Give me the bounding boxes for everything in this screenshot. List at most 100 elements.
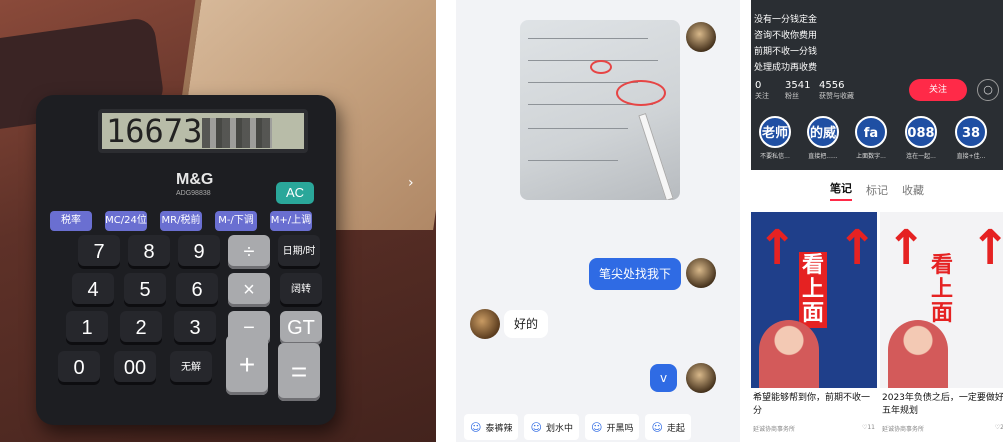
chip-label: 划水中: [545, 423, 573, 434]
note-meta: 延诚协商事务所 ♡11: [751, 420, 877, 437]
quick-reply-chip[interactable]: ☺ 开黑吗: [584, 414, 640, 440]
bio-line: 前期不收一分钱: [754, 47, 818, 57]
collection-item[interactable]: 38 直接+佳...: [949, 116, 993, 160]
quick-reply-bar: ☺ 泰裤辣 ☺ 划水中 ☺ 开黑吗 ☺ 走起: [456, 414, 740, 442]
key-3: 3: [174, 311, 216, 345]
stat-value: 3541: [785, 80, 811, 91]
person-illustration: [759, 320, 819, 388]
chip-label: 泰裤辣: [485, 423, 513, 434]
message-bubble-sent: v: [650, 364, 678, 392]
note-author: 延诚协商事务所: [882, 426, 925, 433]
blurred-digits: [202, 118, 273, 148]
collection-label: 不要私信...: [760, 153, 790, 160]
mem-key: MR/税前: [160, 211, 202, 231]
bio-line: 没有一分钱定金: [754, 15, 818, 25]
collection-badge: 088: [905, 116, 937, 148]
message-icon[interactable]: ○: [977, 79, 999, 101]
profile-tabs: 笔记 标记 收藏: [751, 170, 1003, 210]
key-multiply: ×: [228, 273, 270, 307]
stat-followers[interactable]: 3541 粉丝: [785, 80, 810, 101]
person-illustration: [888, 320, 948, 388]
collection-label: 直接把......: [808, 153, 838, 160]
key-7: 7: [78, 235, 120, 269]
note-title: 2023年负债之后，一定要做好五年规划: [882, 393, 1003, 416]
my-avatar[interactable]: [686, 22, 716, 52]
profile-header: 没有一分钱定金 咨询不收你费用 前期不收一分钱 处理成功再收费 0 关注 354…: [751, 0, 1003, 170]
bio-line: 处理成功再收费: [754, 63, 818, 73]
collection-item[interactable]: 老师 不要私信...: [753, 116, 797, 160]
stat-likes[interactable]: 4556 获赞与收藏: [819, 80, 854, 101]
mem-key: M-/下调: [215, 211, 257, 231]
key-decimal: 无解: [170, 351, 212, 385]
up-arrow-icon: ↑: [757, 220, 798, 276]
collection-label: 直接+佳...: [956, 153, 986, 160]
up-arrow-icon: ↑: [886, 220, 927, 276]
up-arrow-icon: ↑: [970, 220, 1003, 276]
note-card[interactable]: ↑ ↑ 看上面 2023年负债之后，一定要做好五年规划 延诚协商事务所 ♡2: [880, 212, 1003, 442]
key-8: 8: [128, 235, 170, 269]
my-avatar[interactable]: [686, 363, 716, 393]
note-card[interactable]: ↑ ↑ 看上面 希望能够帮到你，前期不收一分 延诚协商事务所 ♡11: [751, 212, 877, 442]
calculator-display: 16673: [98, 109, 308, 153]
follow-button[interactable]: 关注: [909, 79, 967, 101]
chat-image-message[interactable]: [520, 20, 680, 200]
chip-label: 走起: [666, 423, 685, 434]
tab-notes[interactable]: 笔记: [830, 180, 852, 201]
my-avatar[interactable]: [686, 258, 716, 288]
note-likes: ♡2: [995, 424, 1003, 433]
chip-label: 开黑吗: [606, 423, 634, 434]
note-title: 希望能够帮到你，前期不收一分: [753, 393, 871, 416]
calculator-photo: 16673 M&G ADG98838 AC 税率 MC/24位 MR/税前 M-…: [0, 0, 436, 442]
key-plus: +: [226, 335, 268, 395]
likes-count: 11: [867, 424, 875, 431]
sticker-icon: ☺: [590, 420, 603, 434]
brand-logo: M&G: [176, 171, 214, 188]
key-5: 5: [124, 273, 166, 307]
collection-item[interactable]: fa 上面数字...: [849, 116, 893, 160]
key-gt: GT: [280, 311, 322, 345]
collection-label: 连在一起...: [906, 153, 936, 160]
stat-label: 获赞与收藏: [819, 92, 854, 100]
collection-badge: 的威: [807, 116, 839, 148]
key-0: 0: [58, 351, 100, 385]
tab-collections[interactable]: 收藏: [902, 182, 924, 198]
message-bubble-sent: 笔尖处找我下: [589, 258, 682, 290]
pen: [638, 112, 674, 200]
stat-following[interactable]: 0 关注: [755, 80, 769, 101]
note-cover: ↑ ↑ 看上面: [751, 212, 877, 388]
red-circle-mark: [590, 60, 612, 74]
note-cover: ↑ ↑ 看上面: [880, 212, 1003, 388]
quick-reply-chip[interactable]: ☺ 泰裤辣: [464, 414, 519, 440]
quick-reply-chip[interactable]: ☺ 走起: [645, 414, 691, 440]
collection-item[interactable]: 088 连在一起...: [899, 116, 943, 160]
chevron-right-icon[interactable]: ›: [408, 175, 414, 191]
cover-text: 看上面: [799, 252, 827, 328]
key-date-time: 日期/时间: [278, 235, 320, 291]
key-equals: =: [278, 343, 320, 401]
calculator: 16673 M&G ADG98838 AC 税率 MC/24位 MR/税前 M-…: [36, 95, 336, 425]
quick-reply-chip[interactable]: ☺ 划水中: [524, 414, 579, 440]
mem-key: M+/上调: [270, 211, 312, 231]
mem-key: 税率: [50, 211, 92, 231]
message-bubble-received: 好的: [504, 310, 549, 338]
bio-line: 咨询不收你费用: [754, 31, 818, 41]
paper-line: [528, 160, 618, 161]
note-likes: ♡11: [862, 424, 875, 433]
stat-label: 粉丝: [785, 92, 799, 100]
profile-screen: 没有一分钱定金 咨询不收你费用 前期不收一分钱 处理成功再收费 0 关注 354…: [751, 0, 1003, 442]
tab-marks[interactable]: 标记: [866, 182, 888, 198]
paper-line: [528, 128, 628, 129]
sticker-icon: ☺: [530, 420, 542, 434]
contact-avatar[interactable]: [470, 309, 500, 339]
collection-item[interactable]: 的威 直接把......: [801, 116, 845, 160]
paper-line: [528, 82, 638, 83]
ac-key: AC: [276, 182, 314, 204]
key-rate: 阔转: [280, 273, 322, 307]
chat-screen: 笔尖处找我下 好的 v ☺ 泰裤辣 ☺ 划水中 ☺ 开黑吗 ☺ 走起: [456, 0, 740, 442]
sticker-icon: ☺: [651, 420, 663, 434]
red-circle-mark: [616, 80, 666, 106]
up-arrow-icon: ↑: [837, 220, 877, 276]
key-9: 9: [178, 235, 220, 269]
key-divide: ÷: [228, 235, 270, 269]
key-6: 6: [176, 273, 218, 307]
